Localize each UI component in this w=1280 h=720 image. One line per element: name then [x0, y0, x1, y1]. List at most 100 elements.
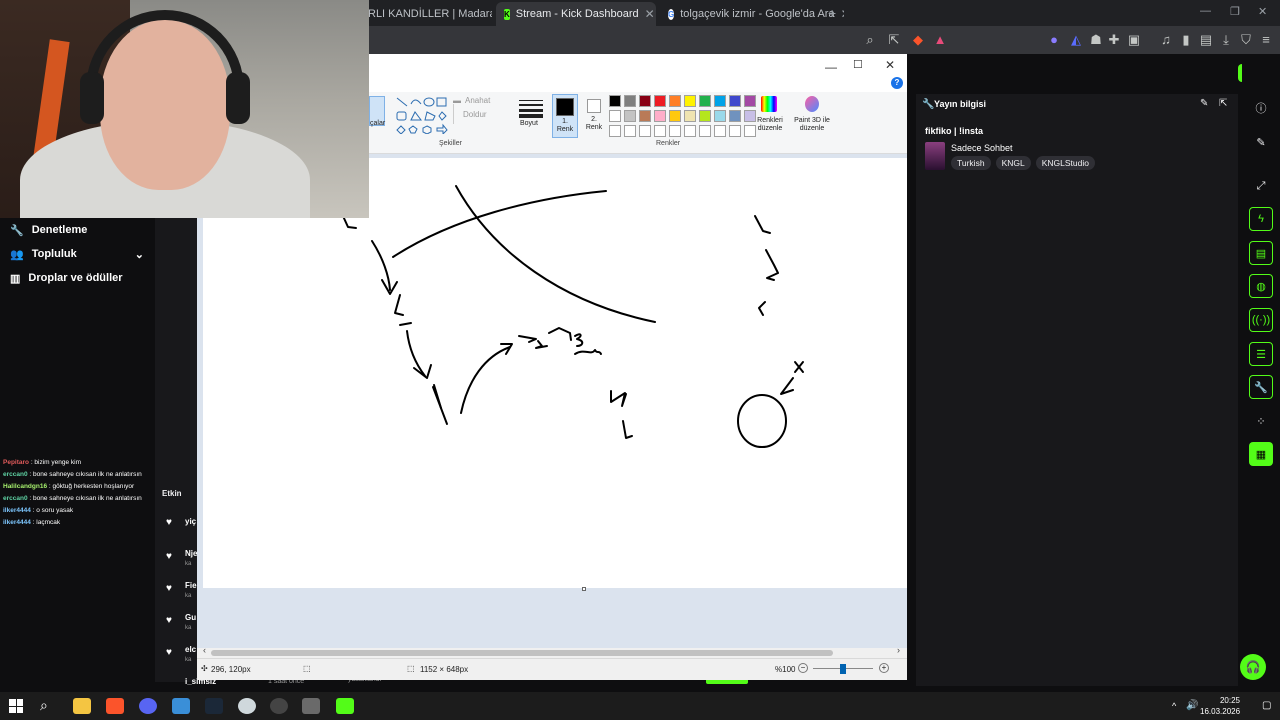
tools-icon[interactable]: 🔧: [1249, 375, 1273, 399]
tag[interactable]: KNGLStudio: [1035, 156, 1095, 170]
tab-google-search[interactable]: G tolgaçevik izmir - Google'da Ara ✕: [660, 2, 844, 26]
music-icon[interactable]: ♫: [1158, 32, 1174, 48]
help-icon[interactable]: ?: [891, 77, 903, 89]
search-icon[interactable]: ⌕: [40, 697, 48, 714]
outline-button[interactable]: Anahat: [465, 96, 490, 105]
color-swatch[interactable]: [609, 110, 621, 122]
clock-date[interactable]: 16.03.2026: [1200, 707, 1240, 716]
size-icon[interactable]: [519, 98, 543, 118]
custom-color-swatch[interactable]: [684, 125, 696, 137]
app-icon[interactable]: [172, 698, 190, 714]
discord-icon[interactable]: [139, 698, 157, 714]
start-icon[interactable]: [9, 699, 23, 713]
support-icon[interactable]: 🎧: [1240, 654, 1266, 680]
tag[interactable]: Turkish: [951, 156, 991, 170]
tab-kick-dashboard[interactable]: K Stream - Kick Dashboard ✕: [496, 2, 656, 26]
sidebar-item-topluluk[interactable]: 👥 Topluluk ⌄: [10, 244, 144, 264]
color-swatch[interactable]: [669, 95, 681, 107]
clock-time[interactable]: 20:25: [1206, 696, 1240, 705]
zoom-slider-thumb[interactable]: [840, 664, 846, 674]
popout-icon[interactable]: ⇱: [1219, 98, 1227, 109]
color1-button[interactable]: 1. Renk: [552, 94, 578, 138]
file-explorer-icon[interactable]: [73, 698, 91, 714]
dots-icon[interactable]: ⁘: [1249, 409, 1273, 433]
minimize-icon[interactable]: —: [825, 60, 837, 74]
chevron-down-icon[interactable]: ⌄: [135, 248, 144, 261]
expand-icon[interactable]: ⤢: [1249, 174, 1273, 198]
color-swatch[interactable]: [729, 110, 741, 122]
chat-icon[interactable]: ◍: [1249, 274, 1273, 298]
extension-discord-icon[interactable]: ●: [1046, 32, 1062, 48]
shapes-gallery[interactable]: [395, 96, 455, 134]
color-swatch[interactable]: [654, 95, 666, 107]
menu-icon[interactable]: ≡: [1258, 32, 1274, 48]
maximize-icon[interactable]: ☐: [853, 58, 863, 71]
layers-icon[interactable]: ☰: [1249, 342, 1273, 366]
obs-icon[interactable]: [270, 698, 288, 714]
gallery-scroll[interactable]: [453, 104, 457, 124]
extension-2-icon[interactable]: ☗: [1088, 32, 1104, 48]
info-icon[interactable]: ⓘ: [1249, 96, 1273, 120]
sidebar-item-denetleme[interactable]: 🔧 Denetleme: [10, 220, 87, 240]
sidebar-icon[interactable]: ▮: [1178, 32, 1194, 48]
color-swatch[interactable]: [714, 110, 726, 122]
scroll-right-icon[interactable]: ›: [897, 645, 900, 655]
steam-icon[interactable]: [205, 698, 223, 714]
sidebar-item-droplar[interactable]: ▥ Droplar ve ödüller: [10, 268, 123, 288]
horizontal-scrollbar[interactable]: ‹ ›: [197, 645, 907, 658]
edit-pen-icon[interactable]: ✎: [1249, 130, 1273, 154]
custom-color-swatch[interactable]: [729, 125, 741, 137]
brave-rewards-icon[interactable]: ▲: [932, 32, 948, 48]
color-swatch[interactable]: [669, 110, 681, 122]
minimize-icon[interactable]: —: [1200, 5, 1211, 17]
custom-color-swatch[interactable]: [654, 125, 666, 137]
document-icon[interactable]: ▤: [1249, 241, 1273, 265]
extension-icon[interactable]: ◭: [1068, 32, 1084, 48]
fill-button[interactable]: Doldur: [463, 110, 487, 119]
color-swatch[interactable]: [639, 95, 651, 107]
download-icon[interactable]: ⤓: [1218, 32, 1234, 48]
app-3-icon[interactable]: [302, 698, 320, 714]
brave-shield-icon[interactable]: ◆: [910, 32, 926, 48]
notification-icon[interactable]: ▢: [1262, 700, 1271, 711]
close-icon[interactable]: ✕: [841, 7, 844, 21]
canvas-resize-handle[interactable]: [582, 587, 586, 591]
color-swatch[interactable]: [729, 95, 741, 107]
color-swatch[interactable]: [744, 95, 756, 107]
custom-color-swatch[interactable]: [609, 125, 621, 137]
color-swatch[interactable]: [684, 110, 696, 122]
color-swatch[interactable]: [624, 110, 636, 122]
close-window-icon[interactable]: ✕: [1258, 5, 1267, 18]
vpn-icon[interactable]: ⛉: [1238, 32, 1254, 48]
size-button[interactable]: Boyut: [520, 120, 538, 127]
tray-chevron-icon[interactable]: ^: [1172, 701, 1176, 711]
edit-icon[interactable]: ✎: [1200, 98, 1208, 109]
custom-color-swatch[interactable]: [714, 125, 726, 137]
zoom-icon[interactable]: ⌕: [862, 32, 878, 48]
custom-color-swatch[interactable]: [699, 125, 711, 137]
kick-app-icon[interactable]: [336, 698, 354, 714]
brave-icon[interactable]: [106, 698, 124, 714]
paint3d-button[interactable]: Paint 3D ile düzenle: [791, 117, 833, 133]
custom-color-swatch[interactable]: [624, 125, 636, 137]
lightning-icon[interactable]: ϟ: [1249, 207, 1273, 231]
restore-icon[interactable]: ❐: [1230, 5, 1240, 18]
screenshot-icon[interactable]: ▣: [1126, 32, 1142, 48]
color-swatch[interactable]: [699, 95, 711, 107]
color-swatch[interactable]: [714, 95, 726, 107]
calendar-icon[interactable]: ▦: [1249, 442, 1273, 466]
puzzle-icon[interactable]: ✚: [1106, 32, 1122, 48]
color-swatch[interactable]: [624, 95, 636, 107]
new-tab-button[interactable]: +: [828, 5, 836, 21]
tag[interactable]: KNGL: [995, 156, 1031, 170]
color-swatch[interactable]: [684, 95, 696, 107]
zoom-in-icon[interactable]: +: [879, 663, 889, 673]
custom-color-swatch[interactable]: [669, 125, 681, 137]
close-icon[interactable]: ✕: [645, 7, 655, 21]
volume-icon[interactable]: 🔊: [1186, 700, 1198, 711]
color-swatch[interactable]: [609, 95, 621, 107]
tab-madara[interactable]: RLI KANDİLLER | Madara Olduk ✕: [360, 2, 492, 26]
scrollbar-thumb[interactable]: [211, 650, 833, 656]
edit-colors-button[interactable]: Renkleri düzenle: [753, 117, 787, 133]
color-swatch[interactable]: [699, 110, 711, 122]
